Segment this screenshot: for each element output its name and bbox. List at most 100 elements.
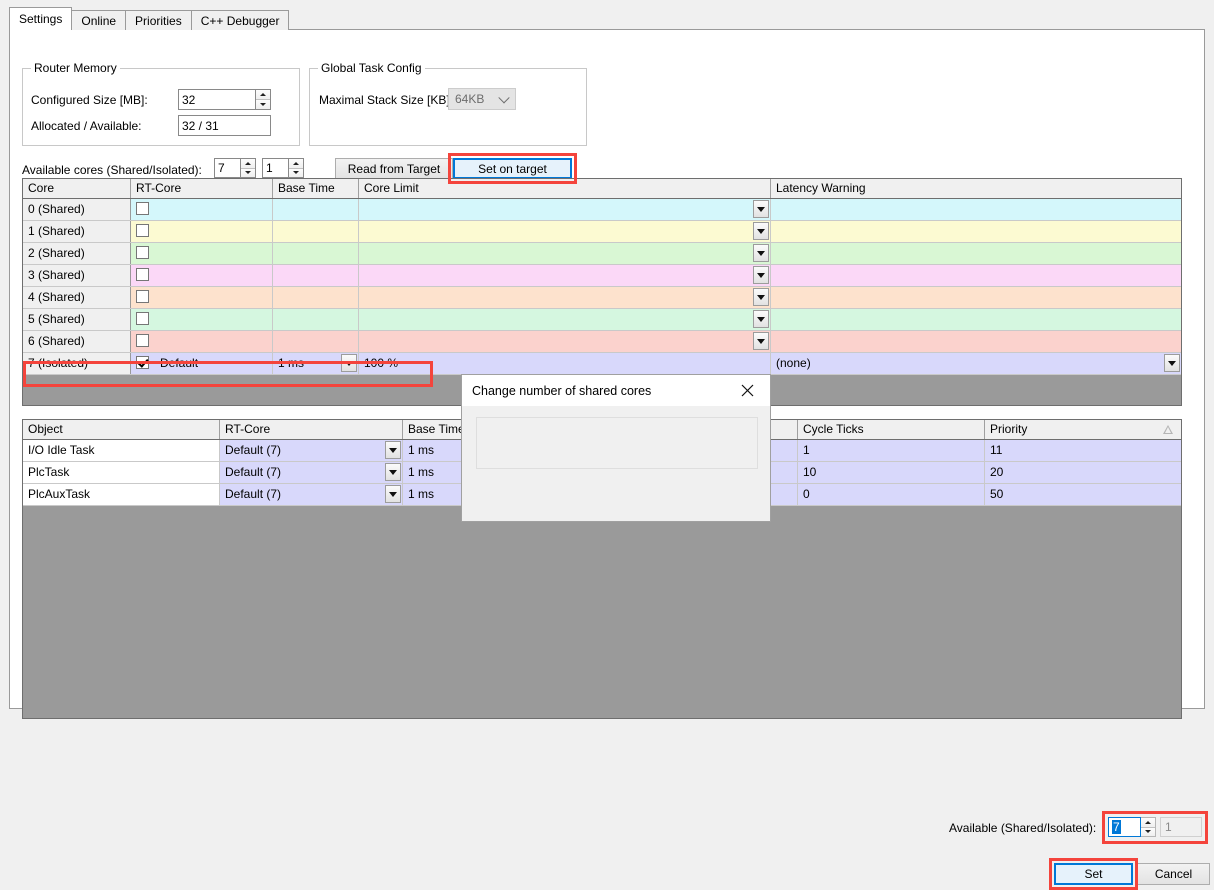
task-table-header-rt-core[interactable]: RT-Core	[220, 420, 403, 439]
core-cell-base-time[interactable]	[273, 221, 359, 242]
core-cell-core-limit[interactable]: 100 %	[359, 353, 771, 374]
core-limit-dropdown-button[interactable]	[753, 222, 769, 240]
checkbox-icon[interactable]	[136, 202, 149, 215]
core-table-header-latency-warning[interactable]: Latency Warning	[771, 179, 1181, 198]
core-cell-name[interactable]: 5 (Shared)	[23, 309, 131, 330]
core-cell-core-limit[interactable]	[359, 287, 771, 308]
tab-priorities[interactable]: Priorities	[125, 10, 192, 30]
available-isolated-cores-spinner-up[interactable]	[289, 159, 303, 169]
core-cell-rt-core[interactable]	[131, 265, 273, 286]
read-from-target-button[interactable]: Read from Target	[335, 158, 453, 179]
core-cell-rt-core[interactable]	[131, 199, 273, 220]
core-table-row[interactable]: 0 (Shared)	[23, 199, 1181, 221]
core-table-row[interactable]: 5 (Shared)	[23, 309, 1181, 331]
core-cell-name[interactable]: 3 (Shared)	[23, 265, 131, 286]
core-cell-name[interactable]: 4 (Shared)	[23, 287, 131, 308]
task-cell-object[interactable]: I/O Idle Task	[23, 440, 220, 461]
core-cell-rt-core[interactable]	[131, 309, 273, 330]
core-table-row[interactable]: 2 (Shared)	[23, 243, 1181, 265]
core-cell-latency-warning[interactable]	[771, 331, 1181, 352]
task-cell-priority[interactable]: 50	[985, 484, 1181, 505]
core-table-row[interactable]: 7 (Isolated) Default 1 ms 100 % (none)	[23, 353, 1181, 375]
checkbox-icon[interactable]	[136, 290, 149, 303]
checkbox-checked-icon[interactable]	[136, 356, 149, 369]
core-cell-latency-warning[interactable]	[771, 265, 1181, 286]
dialog-cancel-button[interactable]: Cancel	[1137, 863, 1210, 885]
core-cell-base-time[interactable]	[273, 243, 359, 264]
core-table-row[interactable]: 3 (Shared)	[23, 265, 1181, 287]
task-table-header-object[interactable]: Object	[23, 420, 220, 439]
available-shared-cores-spinner-up[interactable]	[241, 159, 255, 169]
core-cell-name[interactable]: 0 (Shared)	[23, 199, 131, 220]
task-rt-core-dropdown-button[interactable]	[385, 485, 401, 503]
dialog-close-button[interactable]	[725, 375, 770, 406]
task-cell-object[interactable]: PlcTask	[23, 462, 220, 483]
core-table-row[interactable]: 1 (Shared)	[23, 221, 1181, 243]
core-table-header-core[interactable]: Core	[23, 179, 131, 198]
core-cell-base-time[interactable]	[273, 331, 359, 352]
task-cell-priority[interactable]: 11	[985, 440, 1181, 461]
maximal-stack-size-select[interactable]: 64KB	[448, 88, 516, 110]
core-table-header-rt-core[interactable]: RT-Core	[131, 179, 273, 198]
core-limit-dropdown-button[interactable]	[753, 244, 769, 262]
tab-cpp-debugger[interactable]: C++ Debugger	[190, 10, 290, 30]
core-cell-latency-warning[interactable]	[771, 287, 1181, 308]
tab-online[interactable]: Online	[71, 10, 127, 30]
task-rt-core-dropdown-button[interactable]	[385, 441, 401, 459]
set-on-target-button[interactable]: Set on target	[453, 158, 572, 179]
latency-warning-dropdown-button[interactable]	[1164, 354, 1180, 372]
core-cell-latency-warning[interactable]: (none)	[771, 353, 1181, 374]
core-cell-name[interactable]: 6 (Shared)	[23, 331, 131, 352]
checkbox-icon[interactable]	[136, 246, 149, 259]
core-table-header-core-limit[interactable]: Core Limit	[359, 179, 771, 198]
dialog-shared-cores-spinner[interactable]	[1141, 817, 1156, 837]
core-limit-dropdown-button[interactable]	[753, 266, 769, 284]
task-cell-rt-core[interactable]: Default (7)	[220, 462, 403, 483]
available-isolated-cores-spinner[interactable]	[289, 158, 304, 178]
checkbox-icon[interactable]	[136, 224, 149, 237]
core-table-row[interactable]: 6 (Shared)	[23, 331, 1181, 353]
core-cell-latency-warning[interactable]	[771, 221, 1181, 242]
core-cell-rt-core[interactable]: Default	[131, 353, 273, 374]
core-cell-name[interactable]: 2 (Shared)	[23, 243, 131, 264]
dialog-shared-cores-spinner-up[interactable]	[1141, 818, 1155, 828]
task-cell-cycle-ticks[interactable]: 1	[798, 440, 985, 461]
available-shared-cores-spinner[interactable]	[241, 158, 256, 178]
configured-size-spinner-down[interactable]	[256, 100, 270, 109]
task-rt-core-dropdown-button[interactable]	[385, 463, 401, 481]
configured-size-spinner[interactable]	[256, 89, 271, 110]
core-cell-rt-core[interactable]	[131, 243, 273, 264]
task-cell-rt-core[interactable]: Default (7)	[220, 484, 403, 505]
available-isolated-cores-input[interactable]: 1	[262, 158, 289, 178]
core-table-header-base-time[interactable]: Base Time	[273, 179, 359, 198]
core-cell-core-limit[interactable]	[359, 331, 771, 352]
available-shared-cores-input[interactable]: 7	[214, 158, 241, 178]
checkbox-icon[interactable]	[136, 334, 149, 347]
task-cell-priority[interactable]: 20	[985, 462, 1181, 483]
core-cell-rt-core[interactable]	[131, 287, 273, 308]
dialog-shared-cores-input[interactable]: 7	[1108, 817, 1141, 837]
core-cell-core-limit[interactable]	[359, 199, 771, 220]
checkbox-icon[interactable]	[136, 312, 149, 325]
core-limit-dropdown-button[interactable]	[753, 200, 769, 218]
core-limit-dropdown-button[interactable]	[753, 310, 769, 328]
core-cell-base-time[interactable]	[273, 265, 359, 286]
tab-settings[interactable]: Settings	[9, 7, 73, 30]
core-cell-rt-core[interactable]	[131, 331, 273, 352]
core-limit-dropdown-button[interactable]	[753, 288, 769, 306]
core-cell-base-time[interactable]	[273, 199, 359, 220]
core-cell-core-limit[interactable]	[359, 265, 771, 286]
core-limit-dropdown-button[interactable]	[753, 332, 769, 350]
configured-size-input[interactable]: 32	[178, 89, 256, 110]
core-cell-core-limit[interactable]	[359, 243, 771, 264]
checkbox-icon[interactable]	[136, 268, 149, 281]
core-cell-core-limit[interactable]	[359, 221, 771, 242]
core-cell-base-time[interactable]: 1 ms	[273, 353, 359, 374]
core-base-time-dropdown-button[interactable]	[341, 354, 357, 372]
task-table-header-cycle-ticks[interactable]: Cycle Ticks	[798, 420, 985, 439]
dialog-set-button[interactable]: Set	[1054, 863, 1133, 885]
available-isolated-cores-spinner-down[interactable]	[289, 168, 303, 177]
available-shared-cores-spinner-down[interactable]	[241, 168, 255, 177]
core-cell-latency-warning[interactable]	[771, 309, 1181, 330]
core-cell-rt-core[interactable]	[131, 221, 273, 242]
